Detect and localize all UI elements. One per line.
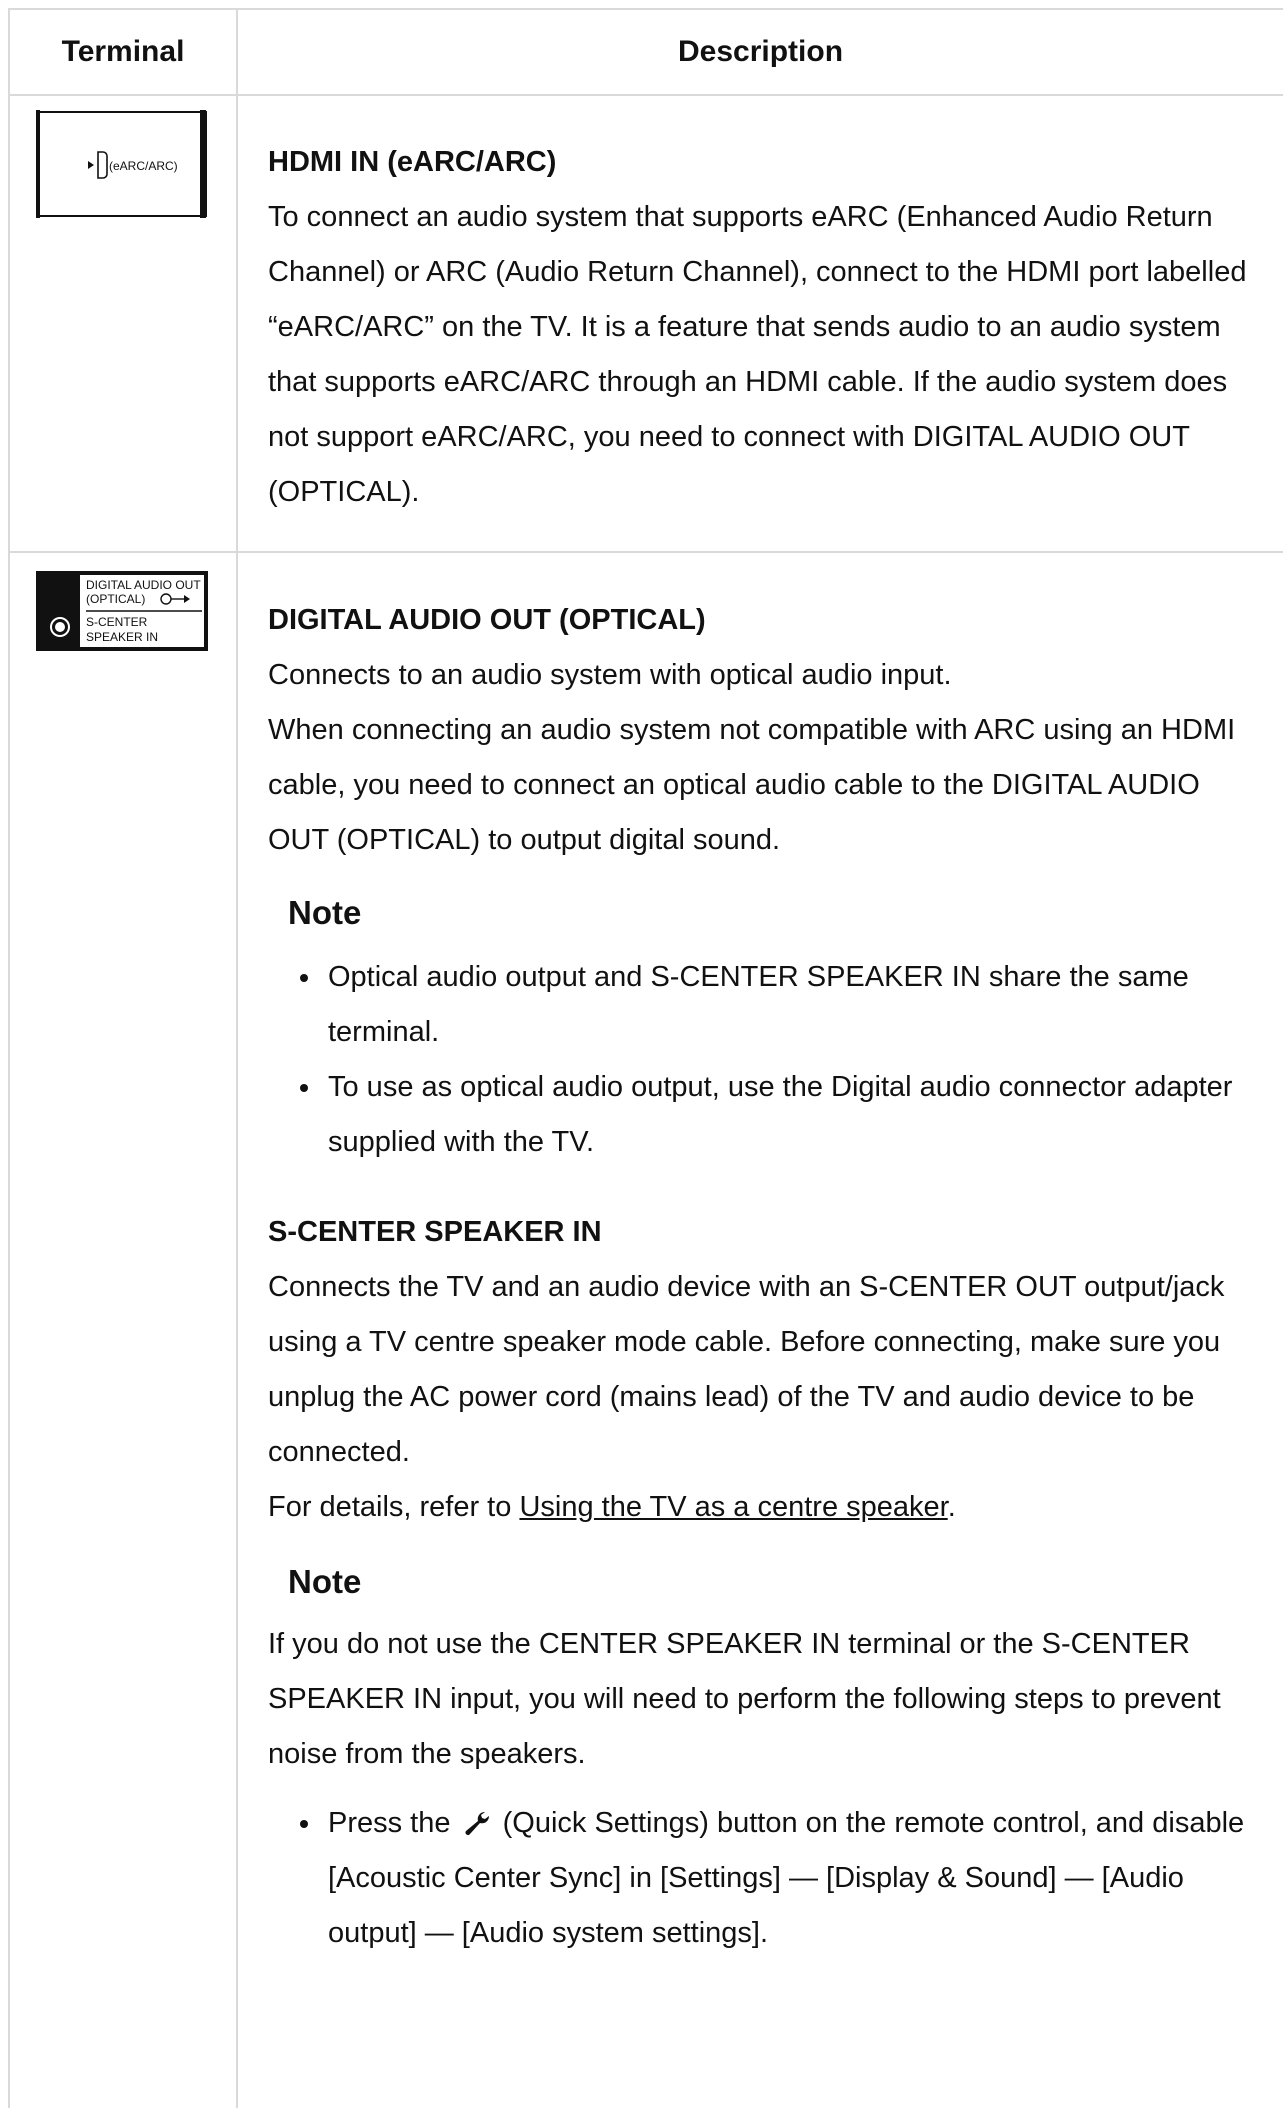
optical-icon-line2: (OPTICAL) bbox=[86, 592, 145, 606]
scenter-text: Connects the TV and an audio device with… bbox=[268, 1271, 1225, 1468]
header-terminal: Terminal bbox=[61, 35, 185, 68]
scenter-ref-suffix: . bbox=[947, 1491, 956, 1523]
scenter-heading: S-CENTER SPEAKER IN bbox=[268, 1216, 602, 1248]
step-prefix: Press the bbox=[328, 1807, 459, 1839]
optical-text-2: When connecting an audio system not comp… bbox=[268, 714, 1236, 856]
scenter-step-item: Press the (Quick Settings) button on the… bbox=[300, 1796, 1268, 1961]
optical-note-item: Optical audio output and S-CENTER SPEAKE… bbox=[300, 950, 1268, 1060]
scenter-note-text: If you do not use the CENTER SPEAKER IN … bbox=[268, 1628, 1221, 1770]
optical-icon-line4: SPEAKER IN bbox=[86, 630, 158, 644]
hdmi-earc-port-icon: (eARC/ARC) bbox=[36, 110, 207, 218]
row-divider bbox=[8, 551, 1283, 553]
scenter-ref-prefix: For details, refer to bbox=[268, 1491, 520, 1523]
optical-heading: DIGITAL AUDIO OUT (OPTICAL) bbox=[268, 604, 706, 636]
scenter-note: Note If you do not use the CENTER SPEAKE… bbox=[268, 1557, 1268, 1961]
header-description: Description bbox=[677, 35, 844, 68]
column-divider bbox=[236, 8, 238, 2108]
centre-speaker-link[interactable]: Using the TV as a centre speaker bbox=[519, 1491, 947, 1523]
hdmi-icon-label: (eARC/ARC) bbox=[109, 159, 178, 173]
hdmi-text: To connect an audio system that supports… bbox=[268, 201, 1247, 508]
hdmi-description: HDMI IN (eARC/ARC) To connect an audio s… bbox=[268, 135, 1268, 520]
optical-description: DIGITAL AUDIO OUT (OPTICAL) Connects to … bbox=[268, 593, 1268, 1961]
optical-note: Note Optical audio output and S-CENTER S… bbox=[268, 888, 1268, 1170]
optical-text-1: Connects to an audio system with optical… bbox=[268, 659, 952, 691]
optical-icon-line3: S-CENTER bbox=[86, 615, 148, 629]
scenter-reference: For details, refer to Using the TV as a … bbox=[268, 1480, 1268, 1535]
optical-note-item: To use as optical audio output, use the … bbox=[300, 1060, 1268, 1170]
optical-note-title: Note bbox=[288, 894, 362, 931]
scenter-note-title: Note bbox=[288, 1563, 362, 1600]
wrench-icon bbox=[465, 1811, 489, 1835]
optical-icon-line1: DIGITAL AUDIO OUT bbox=[86, 578, 201, 592]
hdmi-heading: HDMI IN (eARC/ARC) bbox=[268, 146, 557, 178]
optical-port-icon: DIGITAL AUDIO OUT (OPTICAL) S-CENTER SPE… bbox=[36, 571, 208, 651]
